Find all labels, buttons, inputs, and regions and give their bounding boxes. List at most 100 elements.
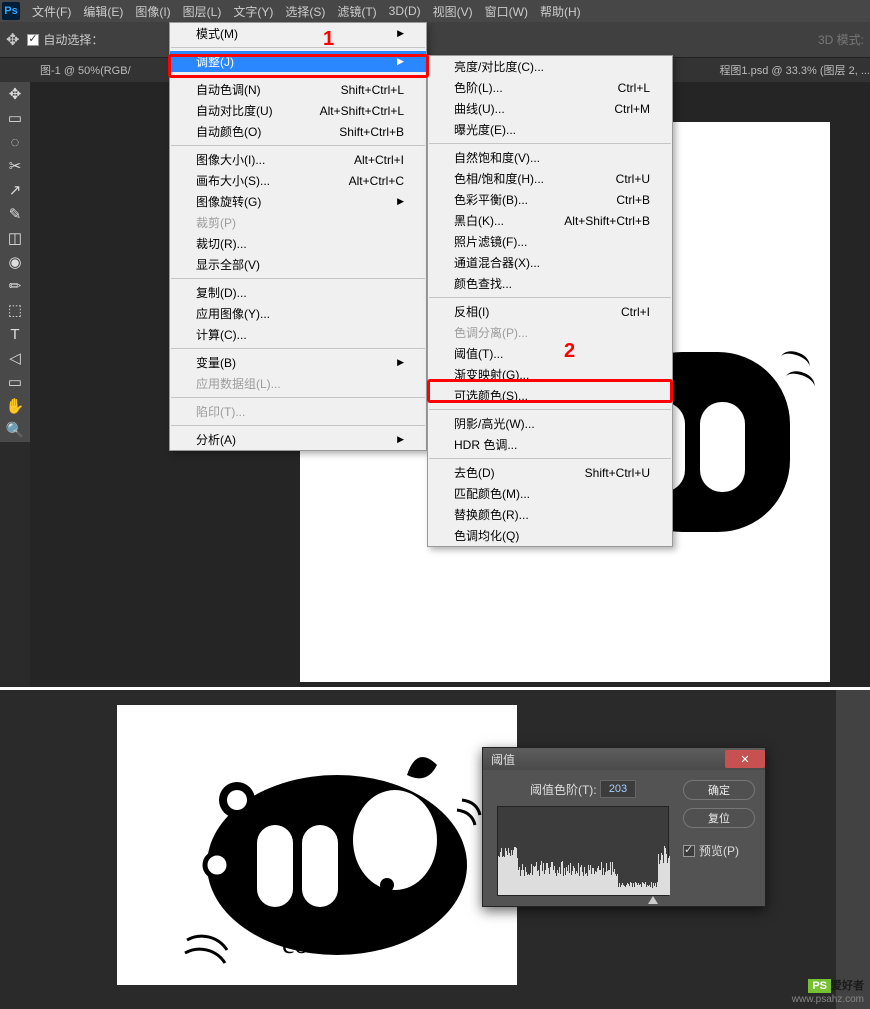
menu-item[interactable]: 亮度/对比度(C)... (428, 56, 672, 77)
dialog-titlebar[interactable]: 阈值 ✕ (483, 748, 765, 770)
menu-window[interactable]: 窗口(W) (479, 0, 534, 23)
autoselect-checkbox[interactable] (27, 34, 39, 46)
tools-panel: ✥ ▭ ◌ ✂ ↗ ✎ ◫ ◉ ✏ ⬚ T ◁ ▭ ✋ 🔍 (0, 82, 30, 442)
menu-item[interactable]: 曲线(U)...Ctrl+M (428, 98, 672, 119)
document-canvas-bottom[interactable]: cooL (117, 705, 517, 985)
menu-item[interactable]: 自动对比度(U)Alt+Shift+Ctrl+L (170, 100, 426, 121)
menu-item[interactable]: 曝光度(E)... (428, 119, 672, 140)
menu-item[interactable]: 色阶(L)...Ctrl+L (428, 77, 672, 98)
menu-item[interactable]: 黑白(K)...Alt+Shift+Ctrl+B (428, 210, 672, 231)
tool-brush[interactable]: ✎ (0, 202, 30, 226)
threshold-dialog: 阈值 ✕ 阈值色阶(T): 确定 复位 预览(P) (482, 747, 766, 907)
photoshop-top-window: Ps 文件(F) 编辑(E) 图像(I) 图层(L) 文字(Y) 选择(S) 滤… (0, 0, 870, 687)
dialog-title: 阈值 (491, 751, 515, 768)
doc-tab-right[interactable]: 程图1.psd @ 33.3% (图层 2, ... (719, 62, 870, 78)
preview-checkbox[interactable] (683, 845, 695, 857)
menu-item[interactable]: 应用数据组(L)... (170, 373, 426, 394)
watermark-url: www.psahz.com (792, 994, 864, 1005)
menu-item[interactable]: 显示全部(V) (170, 254, 426, 275)
menu-layer[interactable]: 图层(L) (177, 0, 228, 23)
adjustments-submenu: 亮度/对比度(C)...色阶(L)...Ctrl+L曲线(U)...Ctrl+M… (427, 55, 673, 547)
menu-item[interactable]: 自动颜色(O)Shift+Ctrl+B (170, 121, 426, 142)
callout-number-1: 1 (323, 28, 334, 51)
mode3d-label: 3D 模式: (818, 31, 864, 48)
menu-item[interactable]: 自然饱和度(V)... (428, 147, 672, 168)
menu-3d[interactable]: 3D(D) (383, 1, 427, 21)
photoshop-bottom-window: cooL 阈值 ✕ 阈值色阶(T): (0, 690, 870, 1009)
options-bar: ✥ 自动选择： 3D 模式: (0, 22, 870, 58)
threshold-slider-icon[interactable] (648, 896, 658, 904)
menu-item[interactable]: 匹配颜色(M)... (428, 483, 672, 504)
menu-item[interactable]: 图像大小(I)...Alt+Ctrl+I (170, 149, 426, 170)
tool-rect[interactable]: ▭ (0, 370, 30, 394)
menu-filter[interactable]: 滤镜(T) (331, 0, 382, 23)
menu-item[interactable]: 去色(D)Shift+Ctrl+U (428, 462, 672, 483)
menu-item[interactable]: 变量(B)▶ (170, 352, 426, 373)
menu-item[interactable]: 色调分离(P)... (428, 322, 672, 343)
menu-item[interactable]: 画布大小(S)...Alt+Ctrl+C (170, 170, 426, 191)
menu-item[interactable]: 模式(M)▶ (170, 23, 426, 44)
tool-hand[interactable]: ✋ (0, 394, 30, 418)
watermark-name: 爱好者 (831, 980, 864, 992)
threshold-value-input[interactable] (600, 780, 636, 798)
menu-item[interactable]: 应用图像(Y)... (170, 303, 426, 324)
tool-marquee[interactable]: ▭ (0, 106, 30, 130)
tool-eyedropper[interactable]: ↗ (0, 178, 30, 202)
menu-item[interactable]: HDR 色调... (428, 434, 672, 455)
menu-image[interactable]: 图像(I) (129, 0, 176, 23)
menu-item[interactable]: 图像旋转(G)▶ (170, 191, 426, 212)
highlight-adjustments (168, 54, 429, 78)
menu-item[interactable]: 色相/饱和度(H)...Ctrl+U (428, 168, 672, 189)
menu-item[interactable]: 颜色查找... (428, 273, 672, 294)
move-tool-icon: ✥ (6, 30, 19, 50)
highlight-threshold (427, 379, 673, 403)
menu-item[interactable]: 陷印(T)... (170, 401, 426, 422)
reset-button[interactable]: 复位 (683, 808, 755, 828)
tool-type[interactable]: T (0, 322, 30, 346)
threshold-field-label: 阈值色阶(T): (530, 781, 597, 798)
tool-lasso[interactable]: ◌ (0, 130, 30, 154)
menu-item[interactable]: 替换颜色(R)... (428, 504, 672, 525)
image-menu-dropdown: 模式(M)▶调整(J)▶自动色调(N)Shift+Ctrl+L自动对比度(U)A… (169, 22, 427, 451)
preview-label: 预览(P) (699, 842, 739, 859)
menu-item[interactable]: 分析(A)▶ (170, 429, 426, 450)
tool-gradient[interactable]: ◉ (0, 250, 30, 274)
close-icon[interactable]: ✕ (725, 750, 765, 768)
menubar: Ps 文件(F) 编辑(E) 图像(I) 图层(L) 文字(Y) 选择(S) 滤… (0, 0, 870, 22)
menu-item[interactable]: 阴影/高光(W)... (428, 413, 672, 434)
watermark-brand: PS (808, 979, 831, 993)
svg-text:cooL: cooL (282, 929, 340, 960)
menu-item[interactable]: 通道混合器(X)... (428, 252, 672, 273)
menu-view[interactable]: 视图(V) (427, 0, 479, 23)
tool-pen[interactable]: ✏ (0, 274, 30, 298)
menu-select[interactable]: 选择(S) (279, 0, 331, 23)
menu-type[interactable]: 文字(Y) (227, 0, 279, 23)
artwork-thresholded: cooL (147, 715, 497, 975)
menu-item[interactable]: 阈值(T)... (428, 343, 672, 364)
callout-number-2: 2 (564, 340, 575, 363)
tool-zoom[interactable]: 🔍 (0, 418, 30, 442)
menu-item[interactable]: 裁切(R)... (170, 233, 426, 254)
tool-move[interactable]: ✥ (0, 82, 30, 106)
right-panel (836, 690, 870, 1009)
menu-item[interactable]: 自动色调(N)Shift+Ctrl+L (170, 79, 426, 100)
menu-help[interactable]: 帮助(H) (534, 0, 587, 23)
menu-item[interactable]: 计算(C)... (170, 324, 426, 345)
menu-edit[interactable]: 编辑(E) (77, 0, 129, 23)
menu-item[interactable]: 色彩平衡(B)...Ctrl+B (428, 189, 672, 210)
menu-item[interactable]: 裁剪(P) (170, 212, 426, 233)
menu-item[interactable]: 照片滤镜(F)... (428, 231, 672, 252)
tool-shape[interactable]: ⬚ (0, 298, 30, 322)
ps-logo-icon: Ps (2, 2, 20, 20)
ok-button[interactable]: 确定 (683, 780, 755, 800)
watermark: PS爱好者 www.psahz.com (792, 977, 864, 1005)
doc-tab-left[interactable]: 图-1 @ 50%(RGB/ (40, 62, 131, 78)
menu-item[interactable]: 复制(D)... (170, 282, 426, 303)
tool-crop[interactable]: ✂ (0, 154, 30, 178)
menu-item[interactable]: 色调均化(Q) (428, 525, 672, 546)
tool-clone[interactable]: ◫ (0, 226, 30, 250)
histogram[interactable] (497, 806, 669, 896)
tool-path[interactable]: ◁ (0, 346, 30, 370)
menu-item[interactable]: 反相(I)Ctrl+I (428, 301, 672, 322)
menu-file[interactable]: 文件(F) (26, 0, 77, 23)
